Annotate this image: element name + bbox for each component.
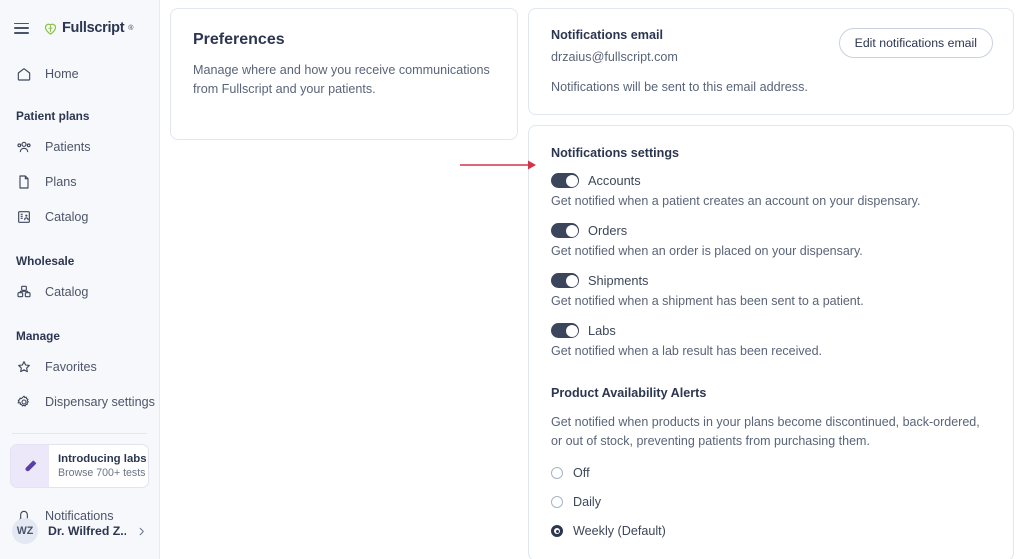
toggle-accounts-label: Accounts — [588, 173, 641, 188]
radio-off-label: Off — [573, 466, 590, 480]
toggle-knob — [565, 174, 578, 187]
page-title: Preferences — [193, 31, 285, 48]
notification-setting-accounts: Accounts Get notified when a patient cre… — [551, 173, 991, 210]
people-group-icon — [17, 141, 31, 152]
toggle-shipments-label: Shipments — [588, 273, 649, 288]
toggle-accounts-description: Get notified when a patient creates an a… — [551, 194, 921, 208]
sidebar-item-wholesale-catalog-label: Catalog — [45, 284, 89, 299]
sidebar-item-patients-label: Patients — [45, 139, 91, 154]
notifications-email-title: Notifications email — [551, 28, 663, 42]
user-name: Dr. Wilfred Z... — [48, 524, 126, 538]
sidebar-item-wholesale-catalog[interactable]: Catalog — [0, 274, 159, 309]
product-availability-title: Product Availability Alerts — [551, 386, 707, 400]
radio-daily-label: Daily — [573, 495, 601, 509]
test-tube-icon-wrap — [11, 445, 49, 487]
sidebar-section-patient-plans: Patient plans — [16, 109, 90, 123]
sidebar-item-plans-label: Plans — [45, 174, 77, 189]
sidebar-item-home-label: Home — [45, 66, 79, 81]
toggle-shipments[interactable] — [551, 273, 579, 288]
toggle-knob — [565, 274, 578, 287]
toggle-orders-label: Orders — [588, 223, 628, 238]
star-icon — [18, 360, 30, 372]
document-icon — [19, 174, 29, 189]
toggle-row-shipments[interactable]: Shipments — [551, 273, 991, 288]
sidebar-item-patients[interactable]: Patients — [0, 129, 159, 164]
radio-off-input[interactable] — [551, 467, 563, 479]
notifications-email-address: drzaius@fullscript.com — [551, 50, 678, 64]
notifications-email-note: Notifications will be sent to this email… — [551, 80, 808, 94]
edit-notifications-email-button[interactable]: Edit notifications email — [838, 28, 993, 58]
home-icon — [17, 67, 31, 81]
logo-trademark: ® — [128, 24, 134, 32]
gear-icon — [17, 395, 29, 407]
sidebar-item-catalog[interactable]: Catalog — [0, 199, 159, 234]
notifications-email-row: Notifications email drzaius@fullscript.c… — [551, 28, 993, 64]
notification-setting-shipments: Shipments Get notified when a shipment h… — [551, 273, 991, 310]
radio-weekly-input[interactable] — [551, 525, 563, 537]
promo-title: Introducing labs — [58, 453, 147, 465]
product-availability-description: Get notified when products in your plans… — [551, 415, 980, 448]
toggle-row-labs[interactable]: Labs — [551, 323, 991, 338]
notifications-email-card: Notifications email drzaius@fullscript.c… — [528, 8, 1014, 115]
toggle-labs-label: Labs — [588, 323, 616, 338]
toggle-labs[interactable] — [551, 323, 579, 338]
user-account-button[interactable]: WZ Dr. Wilfred Z... — [0, 511, 159, 551]
notifications-email-info: Notifications email drzaius@fullscript.c… — [551, 28, 678, 64]
fullscript-logo[interactable]: Fullscript ® — [43, 20, 133, 36]
left-column: Preferences Manage where and how you rec… — [170, 8, 518, 559]
sidebar-item-dispensary-settings-label: Dispensary settings — [45, 394, 155, 409]
radio-option-off[interactable]: Off — [551, 466, 991, 480]
catalog-person-icon — [18, 210, 30, 223]
radio-weekly-label: Weekly (Default) — [573, 524, 666, 538]
toggle-row-accounts[interactable]: Accounts — [551, 173, 991, 188]
toggle-row-orders[interactable]: Orders — [551, 223, 991, 238]
sidebar-item-favorites-label: Favorites — [45, 359, 97, 374]
sidebar-item-home[interactable]: Home — [0, 56, 159, 91]
preferences-description: Manage where and how you receive communi… — [193, 63, 490, 96]
logo-text: Fullscript — [62, 20, 125, 36]
toggle-orders-description: Get notified when an order is placed on … — [551, 244, 863, 258]
notifications-settings-title: Notifications settings — [551, 146, 680, 160]
toggle-orders[interactable] — [551, 223, 579, 238]
notification-setting-orders: Orders Get notified when an order is pla… — [551, 223, 991, 260]
toggle-accounts[interactable] — [551, 173, 579, 188]
introducing-labs-promo[interactable]: Introducing labs Browse 700+ tests — [10, 444, 149, 488]
avatar: WZ — [12, 518, 38, 544]
notifications-settings-card: Notifications settings Accounts Get noti… — [528, 125, 1014, 559]
radio-daily-input[interactable] — [551, 496, 563, 508]
radio-option-daily[interactable]: Daily — [551, 495, 991, 509]
right-column: Notifications email drzaius@fullscript.c… — [528, 8, 1014, 559]
chevron-right-icon — [139, 527, 144, 535]
preferences-card: Preferences Manage where and how you rec… — [170, 8, 518, 140]
toggle-shipments-description: Get notified when a shipment has been se… — [551, 294, 864, 308]
test-tube-icon — [25, 460, 36, 471]
toggle-labs-description: Get notified when a lab result has been … — [551, 344, 823, 358]
radio-option-weekly[interactable]: Weekly (Default) — [551, 524, 991, 538]
toggle-knob — [565, 324, 578, 337]
promo-text: Introducing labs Browse 700+ tests — [49, 452, 147, 480]
notification-setting-labs: Labs Get notified when a lab result has … — [551, 323, 991, 360]
sidebar-divider — [12, 433, 147, 434]
hamburger-icon[interactable] — [14, 22, 29, 34]
fullscript-heart-icon — [44, 23, 57, 35]
sidebar-section-manage: Manage — [16, 329, 60, 343]
app-root: Fullscript ® Home Patient plans Patients — [0, 0, 1024, 559]
sidebar-header: Fullscript ® — [0, 0, 159, 56]
main-content: Preferences Manage where and how you rec… — [160, 0, 1024, 559]
product-availability-alerts-section: Product Availability Alerts Get notified… — [551, 386, 991, 538]
sidebar-item-plans[interactable]: Plans — [0, 164, 159, 199]
boxes-icon — [17, 285, 31, 297]
sidebar-item-catalog-label: Catalog — [45, 209, 89, 224]
sidebar-item-favorites[interactable]: Favorites — [0, 349, 159, 384]
toggle-knob — [565, 224, 578, 237]
promo-subtitle: Browse 700+ tests — [58, 467, 146, 479]
sidebar-item-dispensary-settings[interactable]: Dispensary settings — [0, 384, 159, 419]
sidebar-section-wholesale: Wholesale — [16, 254, 75, 268]
sidebar: Fullscript ® Home Patient plans Patients — [0, 0, 160, 559]
